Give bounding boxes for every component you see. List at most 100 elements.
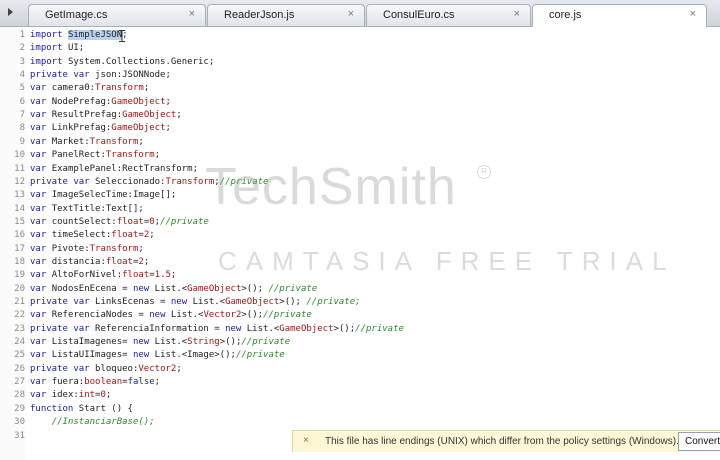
code-token: boolean bbox=[84, 377, 123, 388]
close-icon[interactable]: × bbox=[348, 8, 354, 20]
code-token: Vector2 bbox=[203, 310, 242, 321]
tab-bar: GetImage.cs × ReaderJson.js × ConsulEuro.cs ×… bbox=[0, 0, 720, 27]
line-number: 21 bbox=[14, 297, 25, 307]
code-token: Market: bbox=[51, 136, 90, 147]
code-token: private var bbox=[30, 70, 96, 81]
tab-0[interactable]: GetImage.cs × bbox=[28, 4, 206, 26]
code-line: 21 private var LinksEcenas = new List.<Ga… bbox=[0, 297, 720, 308]
code-token: ; bbox=[176, 363, 182, 374]
code-text: var Pivote:Transform; bbox=[30, 244, 144, 255]
code-token: var bbox=[30, 216, 52, 227]
code-token: >(); bbox=[333, 323, 356, 334]
code-token: var bbox=[30, 96, 52, 107]
code-line: 26 private var bloqueo:Vector2; bbox=[0, 364, 720, 375]
code-token: ; bbox=[138, 243, 144, 254]
code-token: new bbox=[132, 350, 155, 361]
code-token: GameObject bbox=[225, 297, 280, 307]
code-token: float bbox=[111, 230, 139, 241]
code-text: var ImageSelecTime:Image[]; bbox=[30, 190, 176, 201]
line-number: 20 bbox=[14, 283, 25, 294]
close-icon[interactable]: × bbox=[514, 8, 520, 20]
code-token: PanelRect: bbox=[51, 150, 106, 161]
close-icon[interactable]: × bbox=[690, 8, 696, 20]
code-token: new bbox=[132, 337, 155, 348]
code-token: //private bbox=[241, 337, 291, 348]
code-text: var Market:Transform; bbox=[30, 137, 144, 148]
code-token: List.< bbox=[192, 297, 226, 307]
code-token: new bbox=[170, 297, 193, 307]
code-token: var bbox=[30, 256, 52, 267]
code-token: GameObject bbox=[111, 96, 166, 107]
code-token: false bbox=[127, 377, 155, 388]
code-token: ; bbox=[165, 96, 171, 107]
code-token: var bbox=[30, 270, 52, 281]
code-token: 1.5 bbox=[154, 270, 171, 281]
tab-1[interactable]: ReaderJson.js × bbox=[207, 4, 365, 26]
line-number: 13 bbox=[14, 190, 25, 201]
code-token: GameObject bbox=[111, 123, 166, 134]
code-token: ; bbox=[165, 123, 171, 134]
code-text: private var ReferenciaInformation = new … bbox=[30, 324, 404, 335]
code-token: var bbox=[30, 390, 52, 401]
code-token: private var bbox=[30, 323, 96, 334]
code-token: AltoForNivel: bbox=[51, 270, 123, 281]
code-token: NodePrefag: bbox=[51, 96, 112, 107]
tab-3[interactable]: core.js × bbox=[532, 4, 707, 27]
code-text: var AltoForNivel:float=1.5; bbox=[30, 270, 176, 281]
code-text: var PanelRect:Transform; bbox=[30, 150, 160, 161]
code-line: 28 var idex:int=0; bbox=[0, 390, 720, 401]
code-token: ExamplePanel:RectTransform; bbox=[51, 163, 198, 174]
code-line: 1 import SimpleJSON; bbox=[0, 30, 720, 41]
code-token: float bbox=[105, 256, 133, 267]
tab-scroll-arrow-icon[interactable] bbox=[8, 8, 13, 16]
code-token: var bbox=[30, 150, 52, 161]
code-token: LinksEcenas = bbox=[95, 297, 171, 307]
line-number: 6 bbox=[19, 96, 25, 107]
line-number: 28 bbox=[14, 390, 25, 401]
code-text: var ListaImagenes= new List.<String>();/… bbox=[30, 337, 290, 348]
code-token: new bbox=[132, 283, 155, 294]
code-token: >(); bbox=[241, 310, 264, 321]
code-text: var fuera:boolean=false; bbox=[30, 377, 160, 388]
code-token: idex: bbox=[51, 390, 79, 401]
code-token: //InstanciarBase(); bbox=[51, 417, 155, 428]
code-token: private var bbox=[30, 363, 96, 374]
line-number: 9 bbox=[19, 136, 25, 147]
code-token: ; bbox=[170, 270, 177, 281]
line-number: 1 bbox=[19, 30, 25, 40]
code-token: Pivote: bbox=[51, 243, 90, 254]
tab-2[interactable]: ConsulEuro.cs × bbox=[366, 4, 531, 26]
line-number: 27 bbox=[14, 377, 25, 388]
code-token: //private bbox=[263, 310, 312, 321]
code-text: var countSelect:float=0;//private bbox=[30, 217, 209, 228]
code-line: 16 var timeSelect:float=2; bbox=[0, 230, 720, 241]
convert-button[interactable]: Convert bbox=[678, 432, 720, 451]
code-token: LinkPrefag: bbox=[51, 123, 112, 134]
code-token: new bbox=[149, 310, 171, 321]
code-text: private var bloqueo:Vector2; bbox=[30, 364, 182, 375]
code-token: List.< bbox=[154, 337, 188, 348]
code-token: private var bbox=[30, 297, 96, 307]
code-text: private var LinksEcenas = new List.<Game… bbox=[30, 297, 361, 308]
code-editor[interactable]: 1 import SimpleJSON; 2 import UI; 3 import S… bbox=[0, 27, 720, 460]
code-token: TextTitle:Text[]; bbox=[51, 203, 144, 214]
code-token: import bbox=[30, 43, 68, 54]
close-icon[interactable]: × bbox=[303, 435, 309, 446]
code-line: 4 private var json:JSONNode; bbox=[0, 70, 720, 81]
code-text: var timeSelect:float=2; bbox=[30, 230, 155, 241]
code-token: var bbox=[30, 110, 52, 121]
code-token: >(); bbox=[241, 283, 269, 294]
code-text: import System.Collections.Generic; bbox=[30, 57, 214, 68]
close-icon[interactable]: × bbox=[189, 8, 195, 20]
code-token: var bbox=[30, 190, 52, 201]
code-token: ReferenciaNodes = bbox=[51, 310, 150, 321]
code-token: >(); bbox=[279, 297, 307, 307]
code-token: var bbox=[30, 350, 52, 361]
line-number: 18 bbox=[14, 256, 25, 267]
code-line: 7 var ResultPrefag:GameObject; bbox=[0, 110, 720, 121]
code-token: ; bbox=[176, 110, 182, 121]
code-token: GameObject bbox=[187, 283, 242, 294]
line-endings-notice: × This file has line endings (UNIX) whic… bbox=[292, 430, 720, 452]
code-token: ; bbox=[154, 150, 161, 161]
tab-label: ConsulEuro.cs bbox=[383, 9, 455, 21]
